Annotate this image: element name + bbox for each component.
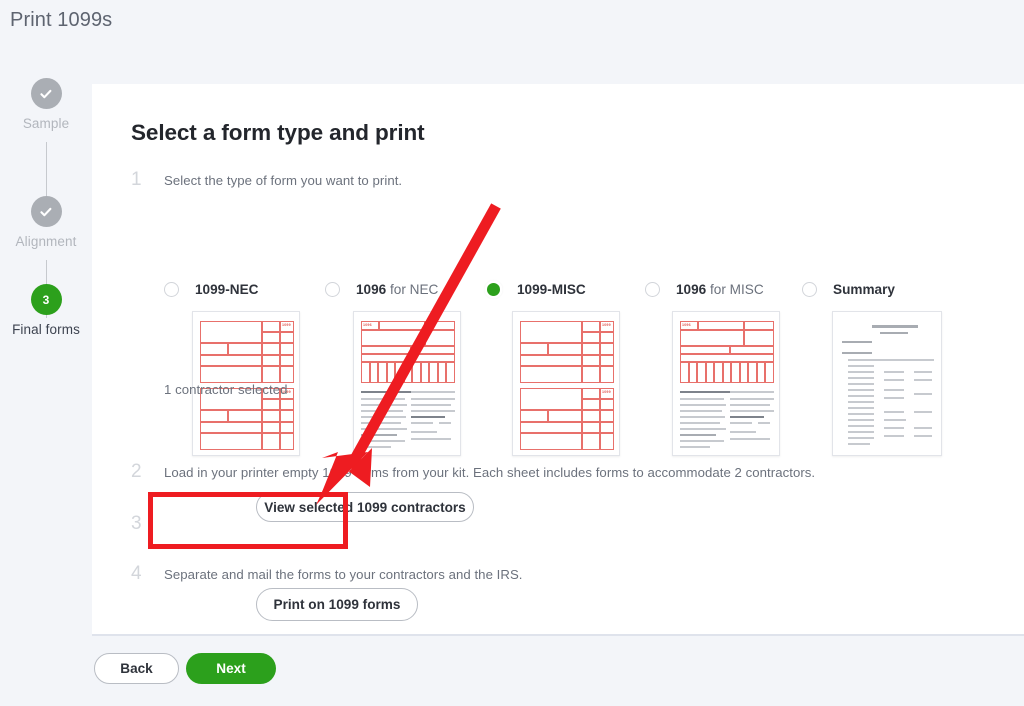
radio-option-1096-for-nec[interactable]: 1096 for NEC — [325, 282, 438, 297]
radio-option-summary[interactable]: Summary — [802, 282, 895, 297]
check-icon — [30, 196, 62, 227]
thumbnail-art: 1096 — [680, 319, 774, 448]
row-number-2: 2 — [131, 461, 142, 482]
row-text-2: Load in your printer empty 1099 forms fr… — [164, 465, 816, 480]
row-number-4: 4 — [131, 563, 142, 584]
radio-option-1099-nec[interactable]: 1099-NEC — [164, 282, 258, 297]
page-heading: Select a form type and print — [131, 120, 425, 145]
radio-icon[interactable] — [802, 282, 817, 297]
back-button[interactable]: Back — [94, 653, 179, 684]
footer-actions: Back Next — [92, 648, 1024, 706]
stepper-label-sample: Sample — [22, 116, 70, 131]
step-number-badge: 3 — [30, 284, 62, 315]
thumbnail-art — [840, 319, 934, 448]
contractor-status-text: 1 contractor selected — [164, 382, 288, 397]
radio-label-1096-for-misc: 1096 for MISC — [676, 282, 764, 297]
radio-option-1099-misc[interactable]: 1099-MISC — [486, 282, 586, 297]
misc-form-thumbnail[interactable]: 1099 1099 — [512, 311, 620, 456]
radio-label-1099-nec: 1099-NEC — [195, 282, 259, 297]
check-icon — [30, 78, 62, 109]
progress-stepper: Sample Alignment 3 Final forms — [0, 78, 92, 348]
row-text-1: Select the type of form you want to prin… — [164, 173, 403, 188]
stepper-step-sample[interactable]: Sample — [0, 78, 92, 131]
thumbnail-art: 1096 — [361, 319, 455, 448]
radio-label-1096-for-nec: 1096 for NEC — [356, 282, 439, 297]
radio-label-summary: Summary — [833, 282, 895, 297]
row-number-1: 1 — [131, 169, 142, 190]
1096-nec-form-thumbnail[interactable]: 1096 — [353, 311, 461, 456]
stepper-step-alignment[interactable]: Alignment — [0, 196, 92, 249]
radio-icon[interactable] — [164, 282, 179, 297]
radio-icon[interactable] — [645, 282, 660, 297]
row-text-4: Separate and mail the forms to your cont… — [164, 567, 523, 582]
summary-thumbnail[interactable] — [832, 311, 942, 456]
step-number-label: 3 — [42, 292, 50, 307]
thumbnail-art: 1099 1099 — [520, 319, 614, 450]
annotation-highlight-box — [148, 492, 348, 549]
radio-icon-selected[interactable] — [486, 282, 501, 297]
page-header: Print 1099s — [0, 0, 1024, 48]
stepper-label-alignment: Alignment — [15, 234, 77, 249]
stepper-connector-1 — [46, 142, 48, 200]
print-on-1099-forms-button[interactable]: Print on 1099 forms — [256, 588, 418, 621]
stepper-step-final-forms[interactable]: 3 Final forms — [0, 284, 92, 337]
1096-misc-form-thumbnail[interactable]: 1096 — [672, 311, 780, 456]
page-title: Print 1099s — [10, 9, 113, 31]
radio-label-1099-misc: 1099-MISC — [517, 282, 586, 297]
main-card: Select a form type and print 1 Select th… — [92, 84, 1024, 636]
next-button[interactable]: Next — [186, 653, 276, 684]
stepper-label-final-forms: Final forms — [12, 322, 80, 337]
radio-icon[interactable] — [325, 282, 340, 297]
radio-option-1096-for-misc[interactable]: 1096 for MISC — [645, 282, 764, 297]
